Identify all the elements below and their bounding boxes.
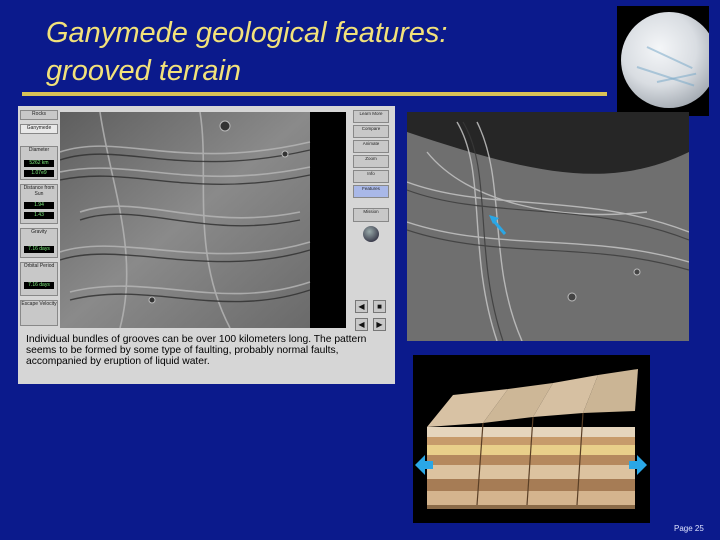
title-underline	[22, 92, 607, 96]
dial-knob[interactable]	[363, 226, 379, 242]
sidebar-value: 1.94	[24, 202, 54, 209]
panel-button[interactable]: Info	[353, 170, 389, 183]
panel-button-active[interactable]: Features	[353, 185, 389, 198]
sidebar-item[interactable]: Rocks	[20, 110, 58, 120]
prev-button[interactable]: ◀	[355, 318, 368, 331]
grooved-terrain-image	[60, 112, 346, 328]
next-button[interactable]: ▶	[373, 318, 386, 331]
sidebar-value: 5262 km	[24, 160, 54, 167]
panel-button[interactable]: Learn More	[353, 110, 389, 123]
page-number: Page 25	[674, 524, 704, 533]
sidebar-item: Gravity	[20, 228, 58, 258]
title-line-2: grooved terrain	[46, 55, 242, 87]
sidebar-item: Escape Velocity	[20, 300, 58, 326]
fault-block-diagram	[413, 355, 650, 523]
sidebar-value: 1.07e9	[24, 170, 54, 177]
panel-button[interactable]: Animate	[353, 140, 389, 153]
panel-button[interactable]: Mission	[353, 208, 389, 222]
play-back-button[interactable]: ◀	[355, 300, 368, 313]
sidebar-value: 7.16 days	[24, 282, 54, 289]
sidebar-value: 1.43	[24, 212, 54, 219]
sidebar-item: Orbital Period	[20, 262, 58, 296]
sidebar-item[interactable]: Ganymede	[20, 124, 58, 134]
stop-button[interactable]: ■	[373, 300, 386, 313]
panel-button[interactable]: Compare	[353, 125, 389, 138]
software-screenshot-panel: Rocks Ganymede Diameter 5262 km 1.07e9 D…	[18, 106, 395, 384]
slide-title: Ganymede geological features: grooved te…	[46, 14, 606, 90]
info-sidebar: Rocks Ganymede Diameter 5262 km 1.07e9 D…	[20, 110, 58, 332]
panel-button[interactable]: Zoom	[353, 155, 389, 168]
sidebar-value: 7.16 days	[24, 246, 54, 253]
title-line-1: Ganymede geological features:	[46, 17, 448, 49]
surface-photo	[407, 112, 689, 341]
moon-thumbnail-image	[617, 6, 709, 116]
panel-caption: Individual bundles of grooves can be ove…	[26, 334, 367, 367]
